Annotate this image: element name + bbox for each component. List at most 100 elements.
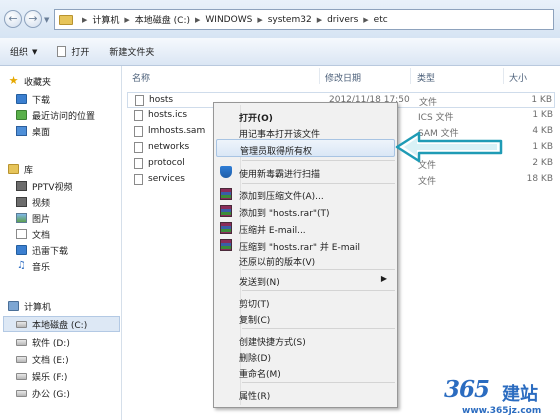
menu-item-add-to-hosts-rar[interactable]: 添加到 "hosts.rar"(T): [216, 202, 395, 220]
file-size: 18 KB: [526, 174, 553, 184]
file-name: hosts: [149, 95, 174, 105]
file-icon: [134, 174, 143, 185]
menu-item-properties[interactable]: 属性(R): [216, 385, 395, 403]
nav-drive-g[interactable]: 办公 (G:): [16, 385, 138, 401]
chevron-right-icon[interactable]: ▶: [195, 16, 200, 24]
forward-arrow-icon: →: [28, 12, 38, 25]
breadcrumb-windows[interactable]: WINDOWS ▶: [205, 15, 267, 25]
column-divider[interactable]: [503, 68, 504, 84]
chevron-right-icon[interactable]: ▶: [363, 16, 368, 24]
column-header-type[interactable]: 类型: [417, 71, 435, 84]
file-size: 1 KB: [532, 142, 553, 152]
menu-item-scan[interactable]: 使用新毒霸进行扫描: [216, 163, 395, 181]
breadcrumb-etc[interactable]: etc: [374, 15, 388, 25]
winrar-icon: [220, 239, 232, 251]
video-library-icon: [16, 181, 27, 191]
watermark-url: www.365jz.com: [462, 406, 542, 416]
nav-computer[interactable]: 计算机: [8, 298, 130, 314]
nav-recent-places[interactable]: 最近访问的位置: [16, 107, 138, 123]
file-size: 4 KB: [532, 126, 553, 136]
music-note-icon: ♫: [17, 260, 26, 271]
nav-xunlei-downloads[interactable]: 迅雷下载: [16, 242, 138, 258]
file-icon: [134, 110, 143, 121]
menu-separator: [242, 382, 395, 383]
library-icon: [8, 164, 19, 174]
column-header-name[interactable]: 名称: [132, 71, 150, 84]
nav-desktop[interactable]: 桌面: [16, 123, 138, 139]
menu-item-compress-email[interactable]: 压缩并 E-mail...: [216, 219, 395, 237]
menu-separator: [242, 160, 395, 161]
hard-drive-icon: [16, 355, 27, 363]
file-icon: [134, 142, 143, 153]
breadcrumb-drive-c[interactable]: 本地磁盘 (C:) ▶: [135, 13, 206, 27]
column-header-date[interactable]: 修改日期: [325, 71, 361, 84]
file-icon: [134, 126, 143, 137]
nav-drive-c[interactable]: 本地磁盘 (C:): [3, 316, 120, 332]
shield-icon: [220, 166, 232, 178]
file-type: 文件: [418, 177, 437, 187]
organize-button[interactable]: 组织 ▼: [0, 45, 47, 59]
file-name: networks: [148, 142, 190, 152]
menu-item-restore-previous[interactable]: 还原以前的版本(V): [216, 251, 395, 269]
video-library-icon: [16, 197, 27, 207]
file-type: 文件: [419, 98, 438, 108]
chevron-right-icon[interactable]: ▶: [124, 16, 129, 24]
nav-drive-f[interactable]: 娱乐 (F:): [16, 368, 138, 384]
breadcrumb-computer[interactable]: 计算机 ▶: [92, 13, 134, 27]
back-button[interactable]: ←: [4, 10, 22, 28]
hard-drive-icon: [16, 320, 27, 328]
download-folder-icon: [16, 245, 27, 255]
nav-drive-d[interactable]: 软件 (D:): [16, 334, 138, 350]
chevron-down-icon: ▼: [32, 47, 38, 56]
forward-button[interactable]: →: [24, 10, 42, 28]
hard-drive-icon: [16, 389, 27, 397]
winrar-icon: [220, 188, 232, 200]
submenu-arrow-icon: ▶: [380, 274, 387, 283]
nav-documents[interactable]: 文档: [16, 226, 138, 242]
back-arrow-icon: ←: [8, 12, 18, 25]
file-name: lmhosts.sam: [148, 126, 206, 136]
breadcrumb[interactable]: ▶ 计算机 ▶ 本地磁盘 (C:) ▶ WINDOWS ▶ system32 ▶ dri…: [54, 9, 554, 30]
site-watermark: 365 建站 www.365jz.com: [444, 376, 556, 418]
desktop-icon: [16, 126, 27, 136]
watermark-brand: 建站: [502, 384, 538, 405]
nav-music[interactable]: ♫ 音乐: [16, 258, 138, 274]
chevron-right-icon[interactable]: ▶: [317, 16, 322, 24]
menu-separator: [242, 183, 395, 184]
nav-libraries[interactable]: 库: [8, 161, 130, 177]
menu-item-send-to[interactable]: 发送到(N) ▶: [216, 271, 395, 289]
document-icon: [57, 46, 67, 57]
menu-item-add-to-archive[interactable]: 添加到压缩文件(A)...: [216, 185, 395, 203]
menu-item-take-ownership[interactable]: 管理员取得所有权: [216, 139, 395, 157]
column-divider[interactable]: [319, 68, 320, 84]
folder-icon: [59, 14, 73, 25]
new-folder-button[interactable]: 新建文件夹: [99, 45, 164, 58]
menu-separator: [242, 290, 395, 291]
file-size: 1 KB: [531, 95, 552, 105]
nav-pptv-video[interactable]: PPTV视频: [16, 178, 138, 194]
column-header-size[interactable]: 大小: [509, 71, 527, 84]
nav-drive-e[interactable]: 文档 (E:): [16, 351, 138, 367]
breadcrumb-drivers[interactable]: drivers ▶: [327, 15, 374, 25]
breadcrumb-sep-icon[interactable]: ▶: [77, 16, 92, 24]
breadcrumb-system32[interactable]: system32 ▶: [268, 15, 327, 25]
star-icon: ★: [8, 74, 19, 87]
column-divider[interactable]: [410, 68, 411, 84]
nav-video[interactable]: 视频: [16, 194, 138, 210]
nav-downloads[interactable]: 下载: [16, 91, 138, 107]
nav-favorites[interactable]: ★ 收藏夹: [8, 73, 130, 89]
menu-item-rename[interactable]: 重命名(M): [216, 363, 395, 381]
hard-drive-icon: [16, 338, 27, 346]
hard-drive-icon: [16, 372, 27, 380]
open-button[interactable]: 打开: [47, 45, 99, 58]
recent-pages-chevron-down-icon[interactable]: ▼: [44, 16, 49, 24]
computer-icon: [8, 301, 19, 311]
chevron-right-icon[interactable]: ▶: [257, 16, 262, 24]
file-icon: [135, 95, 144, 106]
column-header-row: 名称 修改日期 类型 大小: [123, 66, 560, 86]
file-type: ICS 文件: [418, 113, 454, 123]
file-size: 1 KB: [532, 110, 553, 120]
menu-item-copy[interactable]: 复制(C): [216, 309, 395, 327]
nav-pictures[interactable]: 图片: [16, 210, 138, 226]
file-name: protocol: [148, 158, 185, 168]
